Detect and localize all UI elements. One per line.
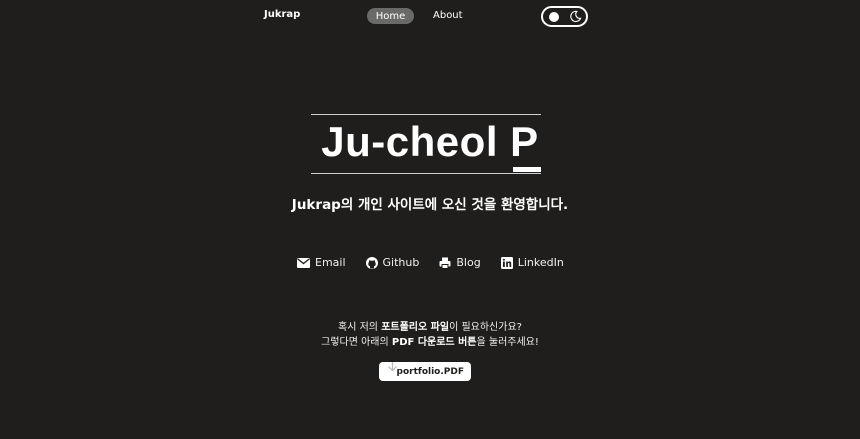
hero-title: Ju-cheol P — [321, 118, 539, 165]
nav-home-button[interactable]: Home — [367, 8, 414, 24]
portfolio-question-text: 혹시 저의 — [338, 322, 382, 333]
brand-link[interactable]: Jukrap — [264, 9, 300, 20]
typing-cursor — [513, 167, 541, 172]
blog-link[interactable]: Blog — [439, 256, 481, 269]
portfolio-download-button[interactable]: portfolio.PDF — [379, 362, 471, 381]
email-link-label: Email — [315, 256, 346, 269]
sun-icon — [549, 12, 559, 22]
moon-icon — [570, 10, 582, 23]
blog-icon — [439, 257, 451, 269]
github-link[interactable]: Github — [365, 256, 420, 269]
portfolio-instruction-bold: PDF 다운로드 버튼 — [391, 337, 477, 348]
linkedin-link[interactable]: LinkedIn — [500, 256, 564, 269]
linkedin-link-label: LinkedIn — [517, 256, 564, 269]
email-link[interactable]: Email — [297, 256, 346, 269]
title-bottom-rule — [311, 173, 541, 174]
top-nav: Jukrap Home About — [0, 0, 860, 32]
download-button-label: portfolio.PDF — [396, 366, 464, 377]
linkedin-icon — [500, 256, 513, 269]
theme-toggle[interactable] — [541, 6, 588, 27]
portfolio-question-end: 이 필요하신가요? — [449, 322, 522, 333]
title-top-rule — [311, 114, 541, 115]
portfolio-instruction: 그렇다면 아래의 PDF 다운로드 버튼을 눌러주세요! — [0, 333, 860, 348]
download-arrow-icon — [388, 362, 397, 372]
portfolio-question-bold: 포트폴리오 파일 — [381, 322, 450, 333]
github-icon — [365, 256, 378, 269]
blog-link-label: Blog — [456, 256, 481, 269]
portfolio-instruction-end: 을 눌러주세요! — [476, 337, 539, 348]
hero-subtitle: Jukrap의 개인 사이트에 오신 것을 환영합니다. — [291, 197, 569, 213]
nav-about-link[interactable]: About — [433, 10, 463, 21]
portfolio-question: 혹시 저의 포트폴리오 파일이 필요하신가요? — [0, 318, 860, 333]
portfolio-instruction-text: 그렇다면 아래의 — [321, 337, 392, 348]
mail-icon — [297, 257, 310, 268]
contact-links: Email Github Blog LinkedIn — [297, 256, 564, 269]
github-link-label: Github — [382, 256, 420, 269]
